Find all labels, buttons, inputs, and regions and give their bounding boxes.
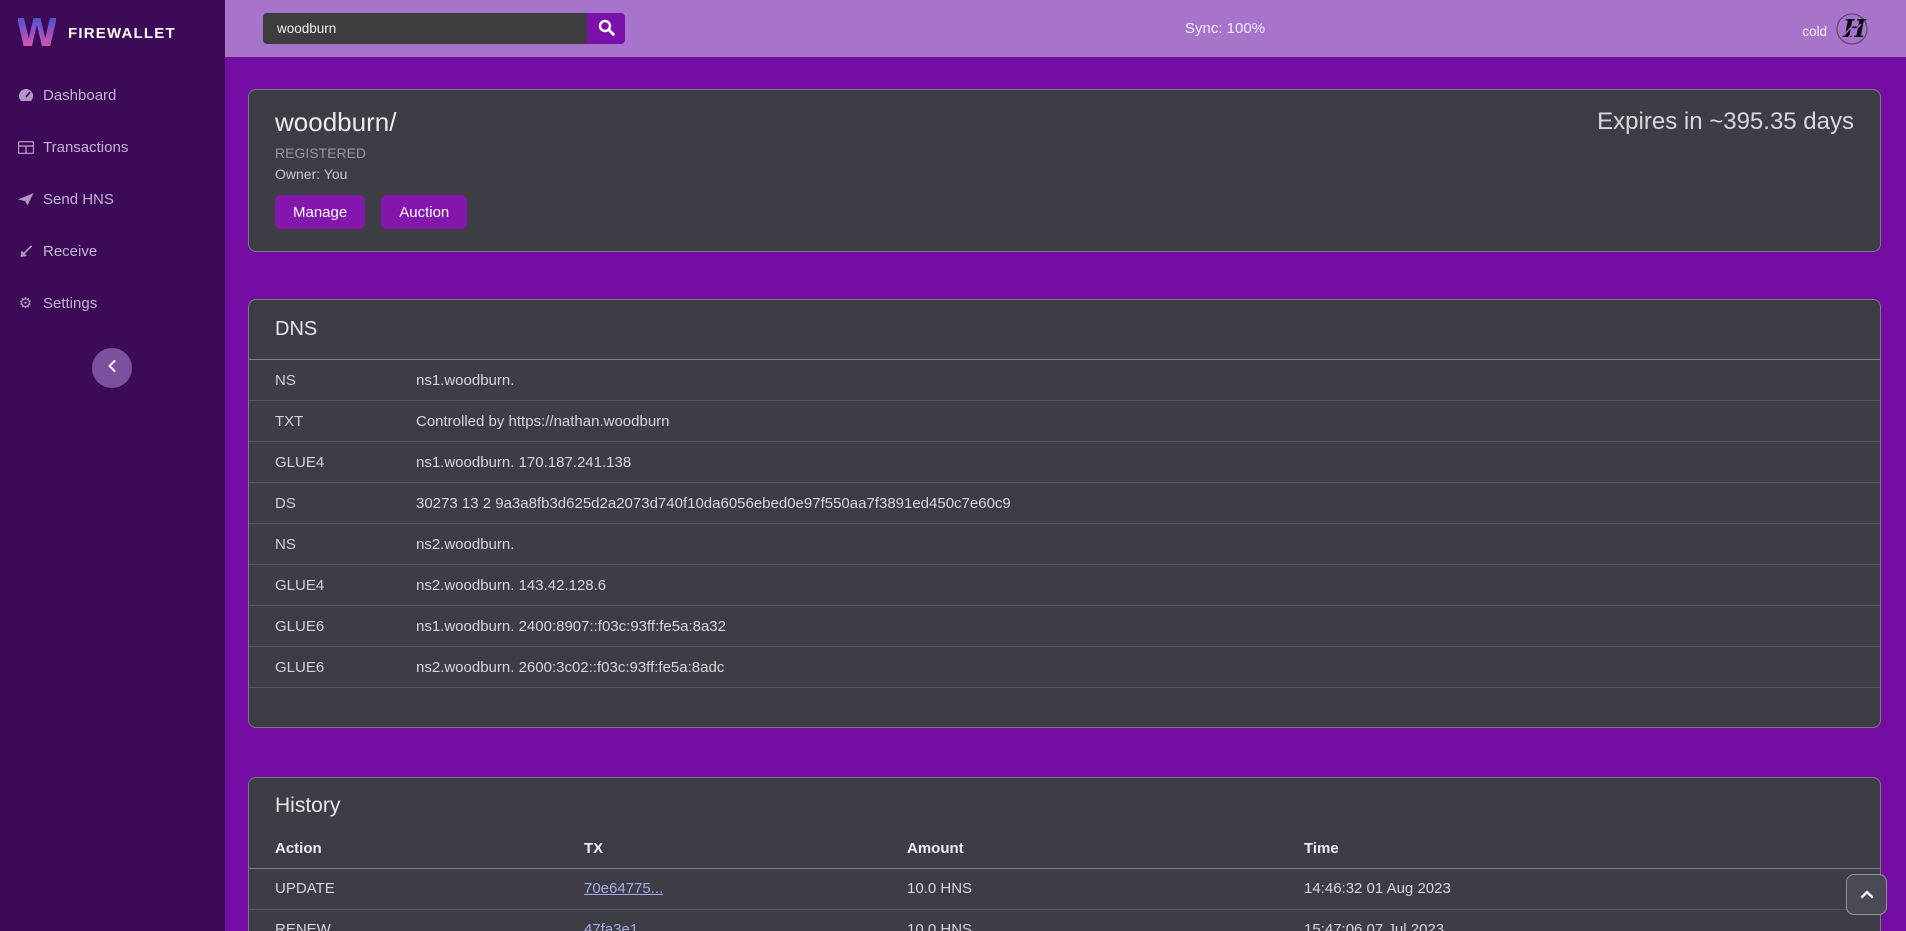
dns-record-row: DS 30273 13 2 9a3a8fb3d625d2a2073d740f10… — [249, 483, 1880, 524]
history-col-tx: TX — [584, 830, 907, 868]
sidebar-collapse-button[interactable] — [92, 348, 132, 388]
chevron-up-icon — [1860, 886, 1874, 904]
dns-record-row: TXT Controlled by https://nathan.woodbur… — [249, 401, 1880, 442]
dns-record-type: TXT — [249, 401, 416, 442]
sync-status: Sync: 100% — [1185, 20, 1265, 37]
dns-record-type: GLUE6 — [249, 647, 416, 688]
wallet-name-label: cold — [1802, 24, 1827, 39]
dns-record-value: ns1.woodburn. 2400:8907::f03c:93ff:fe5a:… — [416, 606, 1880, 647]
tx-link[interactable]: 70e64775... — [584, 880, 663, 897]
search-button[interactable] — [587, 13, 625, 44]
tx-link[interactable]: 47fa3e1... — [584, 921, 651, 931]
dns-record-value: ns2.woodburn. 143.42.128.6 — [416, 565, 1880, 606]
topbar: Sync: 100% cold H — [225, 0, 1906, 57]
history-time: 15:47:06 07 Jul 2023 — [1304, 909, 1880, 931]
main-content: woodburn/ REGISTERED Owner: You Manage A… — [225, 57, 1906, 931]
transactions-table-icon — [17, 141, 34, 154]
dns-record-type: NS — [249, 524, 416, 565]
dns-record-value: ns1.woodburn. — [416, 360, 1880, 401]
dns-record-type: DS — [249, 483, 416, 524]
dns-record-type: NS — [249, 360, 416, 401]
sidebar-item-transactions[interactable]: Transactions — [0, 135, 225, 159]
auction-button[interactable]: Auction — [381, 195, 467, 229]
domain-owner-label: Owner: You — [275, 166, 1854, 182]
sidebar-item-label: Dashboard — [43, 87, 116, 104]
sidebar-item-label: Send HNS — [43, 191, 114, 208]
sidebar-item-label: Receive — [43, 243, 97, 260]
sidebar-item-label: Settings — [43, 295, 97, 312]
receive-arrow-icon — [17, 245, 34, 258]
history-time: 14:46:32 01 Aug 2023 — [1304, 868, 1880, 909]
dns-record-value: Controlled by https://nathan.woodburn — [416, 401, 1880, 442]
history-table: Action TX Amount Time UPDATE 70e64775...… — [249, 830, 1880, 931]
search-input[interactable] — [263, 13, 587, 44]
svg-text:H: H — [1842, 14, 1867, 43]
hns-logo-icon: H — [1836, 13, 1868, 50]
sidebar-item-dashboard[interactable]: Dashboard — [0, 83, 225, 107]
search-bar — [263, 13, 625, 44]
dns-record-value: ns2.woodburn. 2600:3c02::f03c:93ff:fe5a:… — [416, 647, 1880, 688]
history-row: RENEW 47fa3e1... 10.0 HNS 15:47:06 07 Ju… — [249, 909, 1880, 931]
history-action: RENEW — [249, 909, 584, 931]
sidebar: W FIREWALLET Dashboard Transactions Send… — [0, 0, 225, 931]
history-col-action: Action — [249, 830, 584, 868]
dns-record-value: ns2.woodburn. — [416, 524, 1880, 565]
history-card-title: History — [249, 794, 1880, 818]
history-header-row: Action TX Amount Time — [249, 830, 1880, 868]
dns-record-value: 30273 13 2 9a3a8fb3d625d2a2073d740f10da6… — [416, 483, 1880, 524]
dns-record-row: NS ns1.woodburn. — [249, 360, 1880, 401]
domain-card: woodburn/ REGISTERED Owner: You Manage A… — [248, 89, 1881, 252]
brand-name: FIREWALLET — [68, 25, 176, 42]
dashboard-gauge-icon — [17, 88, 34, 102]
sidebar-item-receive[interactable]: Receive — [0, 239, 225, 263]
history-amount: 10.0 HNS — [907, 868, 1304, 909]
search-icon — [598, 19, 615, 39]
chevron-left-icon — [106, 359, 118, 378]
history-amount: 10.0 HNS — [907, 909, 1304, 931]
wallet-selector[interactable]: cold H — [1802, 13, 1868, 50]
domain-status-label: REGISTERED — [275, 145, 1854, 161]
sidebar-nav: Dashboard Transactions Send HNS Receive … — [0, 83, 225, 315]
dns-record-row: NS ns2.woodburn. — [249, 524, 1880, 565]
scroll-to-top-button[interactable] — [1846, 874, 1887, 915]
settings-gear-icon: ⚙ — [17, 296, 34, 311]
firewallet-logo-icon: W — [18, 11, 56, 56]
history-row: UPDATE 70e64775... 10.0 HNS 14:46:32 01 … — [249, 868, 1880, 909]
dns-record-type: GLUE4 — [249, 565, 416, 606]
dns-record-row: GLUE6 ns2.woodburn. 2600:3c02::f03c:93ff… — [249, 647, 1880, 688]
dns-card-title: DNS — [249, 318, 1880, 341]
dns-card: DNS NS ns1.woodburn. TXT Controlled by h… — [248, 299, 1881, 728]
dns-record-row: GLUE4 ns1.woodburn. 170.187.241.138 — [249, 442, 1880, 483]
sidebar-item-label: Transactions — [43, 139, 128, 156]
history-action: UPDATE — [249, 868, 584, 909]
dns-records-table: NS ns1.woodburn. TXT Controlled by https… — [249, 359, 1880, 688]
dns-record-value: ns1.woodburn. 170.187.241.138 — [416, 442, 1880, 483]
sidebar-item-settings[interactable]: ⚙ Settings — [0, 291, 225, 315]
sidebar-item-send-hns[interactable]: Send HNS — [0, 187, 225, 211]
history-col-amount: Amount — [907, 830, 1304, 868]
send-plane-icon — [17, 193, 34, 206]
dns-record-type: GLUE4 — [249, 442, 416, 483]
app-logo-row: W FIREWALLET — [0, 0, 225, 57]
manage-button[interactable]: Manage — [275, 195, 365, 229]
dns-record-row: GLUE4 ns2.woodburn. 143.42.128.6 — [249, 565, 1880, 606]
svg-text:W: W — [18, 11, 56, 51]
dns-record-row: GLUE6 ns1.woodburn. 2400:8907::f03c:93ff… — [249, 606, 1880, 647]
history-card: History Action TX Amount Time UPDATE 70e… — [248, 777, 1881, 931]
expiry-label: Expires in ~395.35 days — [1597, 108, 1854, 136]
dns-record-type: GLUE6 — [249, 606, 416, 647]
history-col-time: Time — [1304, 830, 1880, 868]
